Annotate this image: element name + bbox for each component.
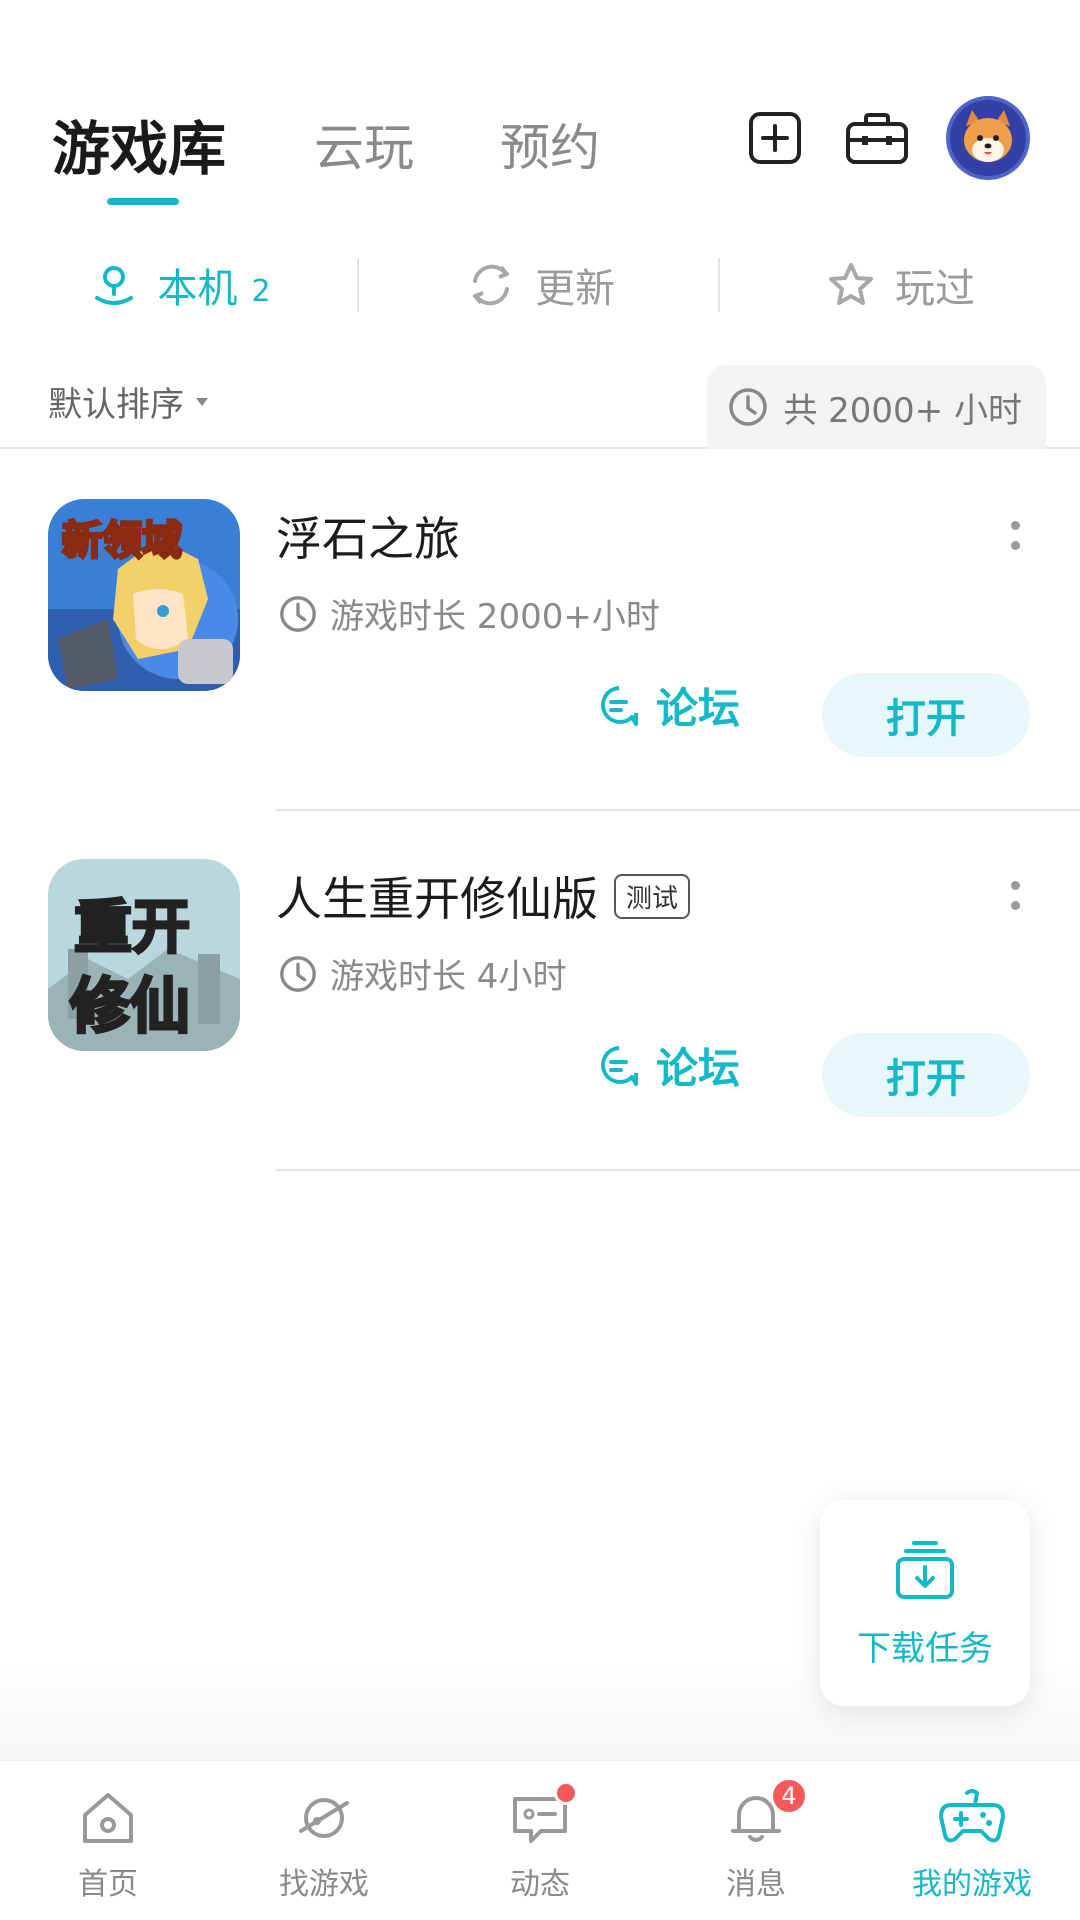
filter-update[interactable]: 更新 (360, 245, 720, 325)
more-dot-icon (1010, 521, 1020, 530)
game-icon-text: 新领域 (62, 518, 182, 564)
caret-down-icon (196, 397, 208, 406)
row-divider (276, 1169, 1080, 1171)
game-title: 浮石之旅 (276, 503, 460, 569)
filter-local[interactable]: 本机 2 (0, 245, 360, 325)
nav-home[interactable]: 首页 (0, 1761, 216, 1920)
chat-bubble-icon (601, 685, 638, 726)
filter-separator (357, 258, 359, 312)
more-dot-icon (1010, 881, 1020, 890)
top-actions (742, 96, 1030, 180)
nav-feed-label: 动态 (510, 1867, 570, 1902)
sort-bar: 默认排序 共 2000+ 小时 (0, 365, 1080, 449)
clock-icon (729, 388, 768, 426)
gamepad-icon (939, 1789, 1005, 1843)
location-pin-icon (95, 266, 134, 305)
tab-game-library[interactable]: 游戏库 (52, 102, 226, 186)
game-playtime-text: 游戏时长 2000+小时 (330, 597, 660, 637)
feed-notification-dot (554, 1781, 578, 1805)
nav-my-games-label: 我的游戏 (912, 1867, 1032, 1902)
active-tab-indicator (107, 198, 179, 205)
toolbox-button[interactable] (844, 105, 910, 171)
sort-dropdown[interactable]: 默认排序 (48, 377, 210, 426)
game-title-text: 浮石之旅 (276, 512, 460, 566)
filter-separator (718, 258, 720, 312)
nav-my-games[interactable]: 我的游戏 (864, 1761, 1080, 1920)
avatar[interactable] (946, 96, 1030, 180)
game-title-text: 人生重开修仙版 (276, 872, 598, 926)
add-game-button[interactable] (742, 105, 808, 171)
nav-feed[interactable]: 动态 (432, 1761, 648, 1920)
nav-messages-label: 消息 (726, 1867, 786, 1902)
forum-button[interactable]: 论坛 (596, 1035, 740, 1096)
chat-bubble-icon (601, 1045, 638, 1086)
tab-reserve[interactable]: 预约 (500, 108, 600, 180)
game-playtime: 游戏时长 2000+小时 (278, 589, 660, 638)
open-game-button[interactable]: 打开 (822, 673, 1030, 757)
filter-bar: 本机 2 更新 玩过 (0, 245, 1080, 325)
filter-played[interactable]: 玩过 (720, 245, 1080, 325)
total-playtime-text: 共 2000+ 小时 (783, 390, 1022, 431)
game-row[interactable]: 重开 修仙 人生重开修仙版 测试 游戏时长 4小时 论坛 打开 (0, 811, 1080, 1171)
planet-icon (299, 1798, 349, 1838)
download-tray-icon (896, 1540, 954, 1599)
filter-played-label: 玩过 (895, 266, 975, 312)
game-playtime-text: 游戏时长 4小时 (330, 957, 567, 997)
forum-label: 论坛 (656, 1044, 741, 1093)
top-tab-bar: 游戏库 云玩 预约 (0, 0, 1080, 220)
messages-count-badge: 4 (770, 1777, 808, 1815)
star-icon (829, 263, 873, 305)
download-tasks-button[interactable]: 下载任务 (820, 1500, 1030, 1706)
game-icon-text-bottom: 修仙 (70, 972, 190, 1042)
more-options-button[interactable] (1008, 881, 1022, 921)
more-options-button[interactable] (1008, 521, 1022, 561)
tab-cloud-play[interactable]: 云玩 (314, 108, 414, 180)
home-icon (83, 1793, 133, 1843)
game-title: 人生重开修仙版 测试 (276, 863, 691, 929)
game-cover-image: 新领域 (48, 499, 240, 691)
game-playtime: 游戏时长 4小时 (278, 949, 566, 998)
refresh-icon (473, 264, 509, 306)
filter-update-label: 更新 (535, 266, 615, 312)
more-dot-icon (1010, 901, 1020, 910)
plus-square-icon (749, 112, 801, 164)
nav-discover-label: 找游戏 (279, 1867, 369, 1902)
filter-local-label: 本机 (157, 266, 238, 312)
nav-discover[interactable]: 找游戏 (216, 1761, 432, 1920)
game-icon[interactable]: 重开 修仙 (48, 859, 240, 1051)
game-icon[interactable]: 新领域 (48, 499, 240, 691)
game-cover-image: 重开 修仙 (48, 859, 240, 1051)
more-dot-icon (1010, 541, 1020, 550)
nav-messages[interactable]: 4 消息 (648, 1761, 864, 1920)
forum-label: 论坛 (656, 684, 741, 733)
open-game-button[interactable]: 打开 (822, 1033, 1030, 1117)
clock-icon (280, 955, 316, 992)
game-row[interactable]: 新领域 浮石之旅 游戏时长 2000+小时 论坛 打开 (0, 451, 1080, 811)
game-icon-text-top: 重开 (74, 893, 190, 961)
toolbox-icon (846, 113, 908, 164)
sort-label: 默认排序 (48, 385, 184, 425)
test-tag-badge: 测试 (614, 873, 691, 919)
filter-local-count: 2 (251, 273, 271, 309)
clock-icon (280, 595, 316, 632)
bottom-nav: 首页 找游戏 动态 4 消息 我的游戏 (0, 1760, 1080, 1920)
avatar-dog-icon (950, 100, 1026, 176)
total-playtime: 共 2000+ 小时 (707, 365, 1046, 449)
forum-button[interactable]: 论坛 (596, 675, 740, 736)
download-tasks-label: 下载任务 (857, 1628, 993, 1669)
nav-home-label: 首页 (78, 1867, 138, 1902)
